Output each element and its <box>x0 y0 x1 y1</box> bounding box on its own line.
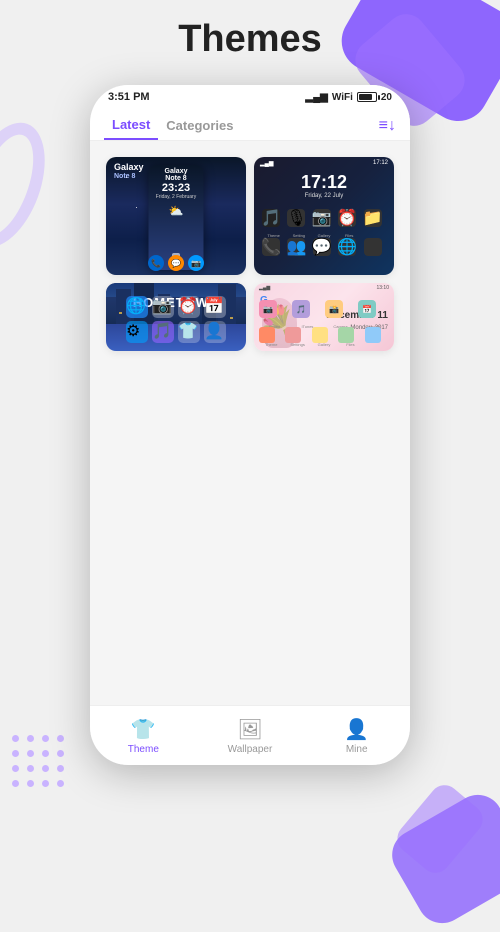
pink-status-bar: ▂▄▆ 13:10 <box>254 283 394 293</box>
galaxy-subtitle-text: Note 8 <box>114 173 135 180</box>
purple-ellipse <box>0 112 60 258</box>
mine-nav-icon: 👤 <box>344 717 369 742</box>
pink-icon-grid-1: 📷 🎵 📸 📅 <box>254 297 394 321</box>
pink-icon-8 <box>312 327 328 343</box>
pink-label-9: Files <box>338 342 362 347</box>
galaxy-btn-cam: 📷 <box>188 255 204 271</box>
galaxy-weather-icon: ⛅ <box>149 204 204 218</box>
wallpaper-nav-icon: 🖼 <box>237 717 262 742</box>
pink-labels-2: Theme Settings Gallery Files <box>254 342 394 347</box>
pink-label-7: Settings <box>285 342 309 347</box>
ios-time-display: 17:12 <box>254 172 394 193</box>
hometown-icon-7: 👕 <box>178 321 200 343</box>
hometown-icon-6: 🎵 <box>152 321 174 343</box>
pink-time-status: 13:10 <box>376 285 389 291</box>
wifi-icon: WiFi <box>332 92 353 103</box>
pink-icon-studio: 📷 <box>259 300 277 318</box>
theme-nav-icon: 👕 <box>131 717 156 742</box>
galaxy-btn-msg: 💬 <box>168 255 184 271</box>
ios-icon-5: 📁 <box>364 209 382 227</box>
ios-icon-6: 📞 <box>262 238 280 256</box>
hometown-icon-row-1: 🌐 📷 ⏰ 📅 <box>114 296 238 318</box>
bottom-nav: 👕 Theme 🖼 Wallpaper 👤 Mine <box>90 705 410 765</box>
signal-icon: ▂▄▆ <box>305 92 327 103</box>
theme-preview-galaxy: Galaxy Note 8 GalaxyNote 8 23:23 Friday,… <box>106 157 246 275</box>
battery-icon <box>357 92 377 102</box>
status-icons: ▂▄▆ WiFi 20 <box>305 92 392 103</box>
page-title: Themes <box>0 18 500 61</box>
pink-icon-itunes: 🎵 <box>292 300 310 318</box>
pink-icon-camera: 📸 <box>325 300 343 318</box>
galaxy-screen-name: GalaxyNote 8 <box>149 168 204 182</box>
theme-preview-hometown: HOMETOWN 🌐 📷 ⏰ 📅 ⚙ 🎵 👕 <box>106 283 246 351</box>
ios-icon-2: 🎙 <box>287 209 305 227</box>
pink-label-6: Theme <box>259 342 283 347</box>
phone-content: Latest Categories ≡↓ Galaxy Note 8 <box>90 107 410 727</box>
tab-latest[interactable]: Latest <box>104 111 158 140</box>
star-1 <box>126 177 127 178</box>
pink-icon-10 <box>365 327 381 343</box>
pink-signal: ▂▄▆ <box>259 285 270 291</box>
themes-scroll[interactable]: Galaxy Note 8 GalaxyNote 8 23:23 Friday,… <box>90 141 410 727</box>
pink-icon-6 <box>259 327 275 343</box>
theme-preview-ios: ▂▄▆ 17:12 17:12 Friday, 22 July 🎵 🎙 📷 ⏰ … <box>254 157 394 275</box>
mine-nav-label: Mine <box>346 744 368 755</box>
tabs-bar: Latest Categories ≡↓ <box>90 107 410 141</box>
hometown-app-icons: 🌐 📷 ⏰ 📅 ⚙ 🎵 👕 👤 <box>106 296 246 343</box>
dots-decoration <box>10 733 66 789</box>
pink-label-8: Gallery <box>312 342 336 347</box>
ios-icon-9: 🌐 <box>338 238 356 256</box>
hometown-icon-8: 👤 <box>204 321 226 343</box>
ios-icon-1: 🎵 <box>262 209 280 227</box>
hometown-icon-3: ⏰ <box>178 296 200 318</box>
ios-signal: ▂▄▆ <box>260 160 273 167</box>
nav-item-theme[interactable]: 👕 Theme <box>90 717 197 755</box>
galaxy-time: 23:23 <box>149 182 204 194</box>
themes-grid: Galaxy Note 8 GalaxyNote 8 23:23 Friday,… <box>98 149 402 359</box>
theme-card-hometown[interactable]: HOMETOWN 🌐 📷 ⏰ 📅 ⚙ 🎵 👕 <box>106 283 246 351</box>
ios-icon-8: 💬 <box>313 238 331 256</box>
tab-categories[interactable]: Categories <box>158 112 241 139</box>
hometown-icon-5: ⚙ <box>126 321 148 343</box>
pink-icon-7 <box>285 327 301 343</box>
nav-item-wallpaper[interactable]: 🖼 Wallpaper <box>197 717 304 755</box>
hometown-icon-row-2: ⚙ 🎵 👕 👤 <box>114 321 238 343</box>
phone-frame: 3:51 PM ▂▄▆ WiFi 20 Latest Categories ≡↓ <box>90 85 410 765</box>
ios-date-display: Friday, 22 July <box>254 193 394 199</box>
pink-icon-9 <box>338 327 354 343</box>
ios-icon-grid-1: 🎵 🎙 📷 ⏰ 📁 <box>254 203 394 233</box>
theme-preview-pink: ▂▄▆ 13:10 G December 11Monday, 2017 💐 <box>254 283 394 351</box>
hometown-icon-4: 📅 <box>204 296 226 318</box>
battery-level: 20 <box>381 92 392 103</box>
ios-icon-3: 📷 <box>313 209 331 227</box>
star-4 <box>136 207 137 208</box>
wallpaper-nav-label: Wallpaper <box>228 744 273 755</box>
nav-item-mine[interactable]: 👤 Mine <box>303 717 410 755</box>
theme-card-galaxy[interactable]: Galaxy Note 8 GalaxyNote 8 23:23 Friday,… <box>106 157 246 275</box>
purple-shape-4 <box>391 779 488 879</box>
ios-icon-10 <box>364 238 382 256</box>
galaxy-bottom-icons: 📞 💬 📷 <box>148 255 204 271</box>
theme-card-pink[interactable]: ▂▄▆ 13:10 G December 11Monday, 2017 💐 <box>254 283 394 351</box>
ios-icon-grid-2: 📞 👥 💬 🌐 <box>254 238 394 256</box>
theme-card-ios[interactable]: ▂▄▆ 17:12 17:12 Friday, 22 July 🎵 🎙 📷 ⏰ … <box>254 157 394 275</box>
pink-icon-calendar: 📅 <box>358 300 376 318</box>
ios-time-status: 17:12 <box>373 160 388 167</box>
theme-nav-label: Theme <box>128 744 159 755</box>
purple-shape-3 <box>383 786 500 932</box>
galaxy-date: Friday, 2 February <box>149 194 204 200</box>
ios-status-bar: ▂▄▆ 17:12 <box>254 157 394 170</box>
ios-icon-7: 👥 <box>287 238 305 256</box>
hometown-icon-2: 📷 <box>152 296 174 318</box>
time-display: 3:51 PM <box>108 91 150 103</box>
ios-icon-4: ⏰ <box>338 209 356 227</box>
hometown-icon-1: 🌐 <box>126 296 148 318</box>
galaxy-btn-phone: 📞 <box>148 255 164 271</box>
pink-label-10 <box>365 342 389 347</box>
sort-icon[interactable]: ≡↓ <box>379 117 396 135</box>
pink-icon-grid-2 <box>254 327 394 343</box>
galaxy-title-text: Galaxy <box>114 162 144 172</box>
status-bar: 3:51 PM ▂▄▆ WiFi 20 <box>90 85 410 107</box>
